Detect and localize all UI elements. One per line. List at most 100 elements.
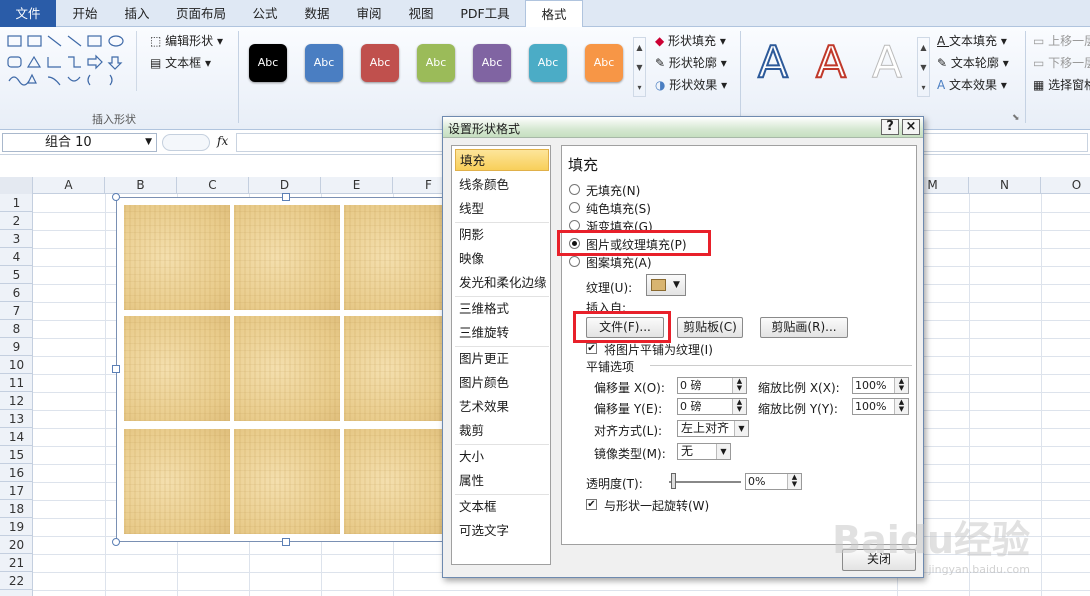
texture-picker[interactable]: ▼: [646, 274, 686, 296]
shape-style-3[interactable]: Abc: [361, 44, 399, 82]
row-13[interactable]: 13: [0, 410, 33, 428]
row-2[interactable]: 2: [0, 212, 33, 230]
row-15[interactable]: 15: [0, 446, 33, 464]
nav-picture-corrections[interactable]: 图片更正: [455, 348, 549, 370]
nav-alt-text[interactable]: 可选文字: [455, 520, 549, 542]
radio-pattern-fill[interactable]: [569, 256, 580, 267]
texture-tile[interactable]: [234, 316, 340, 421]
row-10[interactable]: 10: [0, 356, 33, 374]
scale-x-input[interactable]: 100% ▲ ▼: [852, 377, 909, 394]
resize-handle[interactable]: [112, 365, 120, 373]
shape-effect-button[interactable]: ◑ 形状效果 ▾: [655, 76, 727, 93]
dialog-titlebar[interactable]: 设置形状格式 ? ×: [443, 117, 923, 138]
slider-thumb[interactable]: [671, 473, 676, 489]
nav-artistic-effects[interactable]: 艺术效果: [455, 396, 549, 418]
shape-style-5[interactable]: Abc: [473, 44, 511, 82]
row-9[interactable]: 9: [0, 338, 33, 356]
shape-style-2[interactable]: Abc: [305, 44, 343, 82]
row-16[interactable]: 16: [0, 464, 33, 482]
tab-formulas[interactable]: 公式: [240, 0, 290, 27]
row-20[interactable]: 20: [0, 536, 33, 554]
texture-tile[interactable]: [234, 205, 340, 310]
column-o[interactable]: O: [1041, 177, 1090, 194]
texture-tile[interactable]: [124, 316, 230, 421]
shape-style-4[interactable]: Abc: [417, 44, 455, 82]
gallery-scroll[interactable]: [136, 31, 137, 91]
shapes-gallery[interactable]: [6, 33, 130, 91]
row-8[interactable]: 8: [0, 320, 33, 338]
shape-fill-button[interactable]: ◆ 形状填充 ▾: [655, 32, 726, 49]
scale-y-input[interactable]: 100% ▲ ▼: [852, 398, 909, 415]
column-a[interactable]: A: [33, 177, 105, 194]
radio-solid-fill[interactable]: [569, 202, 580, 213]
select-all-corner[interactable]: [0, 177, 33, 194]
tab-pdf-tools[interactable]: PDF工具: [450, 0, 520, 27]
mirror-select[interactable]: 无 ▼: [677, 443, 731, 460]
clipart-button[interactable]: 剪贴画(R)...: [760, 317, 848, 338]
resize-handle[interactable]: [112, 193, 120, 201]
row-7[interactable]: 7: [0, 302, 33, 320]
fx-icon[interactable]: fx: [217, 134, 228, 148]
nav-line-style[interactable]: 线型: [455, 198, 549, 220]
texture-tile[interactable]: [234, 429, 340, 534]
column-b[interactable]: B: [105, 177, 177, 194]
nav-crop[interactable]: 裁剪: [455, 420, 549, 442]
row-12[interactable]: 12: [0, 392, 33, 410]
text-box-button[interactable]: ▤ 文本框 ▾: [150, 54, 211, 71]
texture-tile[interactable]: [344, 316, 450, 421]
tile-checkbox[interactable]: ✔: [586, 343, 597, 354]
row-17[interactable]: 17: [0, 482, 33, 500]
nav-fill[interactable]: 填充: [455, 149, 549, 171]
dialog-launcher-icon[interactable]: ⬊: [1012, 113, 1020, 123]
wordart-style-3[interactable]: A: [866, 38, 908, 87]
nav-3d-rotation[interactable]: 三维旋转: [455, 322, 549, 344]
shape-style-1[interactable]: Abc: [249, 44, 287, 82]
bring-forward-button[interactable]: ▭ 上移一层: [1033, 32, 1090, 49]
texture-tile[interactable]: [124, 205, 230, 310]
rotate-with-shape-checkbox[interactable]: ✔: [586, 499, 597, 510]
wordart-gallery-scroll[interactable]: ▲ ▼ ▾: [917, 37, 930, 97]
shape-style-7[interactable]: Abc: [585, 44, 623, 82]
nav-line-color[interactable]: 线条颜色: [455, 174, 549, 196]
wordart-style-1[interactable]: A: [752, 38, 794, 88]
shape-outline-button[interactable]: ✎ 形状轮廓 ▾: [655, 54, 727, 71]
nav-3d-format[interactable]: 三维格式: [455, 298, 549, 320]
text-effect-button[interactable]: A 文本效果 ▾: [937, 76, 1007, 93]
name-box[interactable]: 组合 10 ▼: [2, 133, 157, 152]
tab-home[interactable]: 开始: [60, 0, 110, 27]
nav-picture-color[interactable]: 图片颜色: [455, 372, 549, 394]
nav-properties[interactable]: 属性: [455, 470, 549, 492]
tab-view[interactable]: 视图: [396, 0, 446, 27]
offset-x-input[interactable]: 0 磅 ▲ ▼: [677, 377, 747, 394]
clipboard-button[interactable]: 剪贴板(C): [677, 317, 743, 338]
shape-style-6[interactable]: Abc: [529, 44, 567, 82]
text-fill-button[interactable]: A 文本填充 ▾: [937, 32, 1007, 49]
transparency-input[interactable]: 0% ▲ ▼: [745, 473, 802, 490]
tab-insert[interactable]: 插入: [112, 0, 162, 27]
spinner-icon[interactable]: ▲ ▼: [894, 399, 908, 414]
row-3[interactable]: 3: [0, 230, 33, 248]
row-21[interactable]: 21: [0, 554, 33, 572]
texture-tile[interactable]: [344, 429, 450, 534]
row-4[interactable]: 4: [0, 248, 33, 266]
texture-tile[interactable]: [124, 429, 230, 534]
spinner-icon[interactable]: ▲ ▼: [894, 378, 908, 393]
wordart-style-2[interactable]: A: [810, 38, 852, 88]
column-c[interactable]: C: [177, 177, 249, 194]
row-18[interactable]: 18: [0, 500, 33, 518]
close-icon[interactable]: ×: [902, 119, 920, 135]
texture-tile[interactable]: [344, 205, 450, 310]
tab-data[interactable]: 数据: [292, 0, 342, 27]
send-backward-button[interactable]: ▭ 下移一层: [1033, 54, 1090, 71]
row-11[interactable]: 11: [0, 374, 33, 392]
nav-text-box[interactable]: 文本框: [455, 496, 549, 518]
spinner-icon[interactable]: ▲ ▼: [732, 378, 746, 393]
alignment-select[interactable]: 左上对齐 ▼: [677, 420, 749, 437]
nav-glow[interactable]: 发光和柔化边缘: [455, 272, 549, 294]
spinner-icon[interactable]: ▲ ▼: [787, 474, 801, 489]
row-6[interactable]: 6: [0, 284, 33, 302]
column-e[interactable]: E: [321, 177, 393, 194]
row-5[interactable]: 5: [0, 266, 33, 284]
row-19[interactable]: 19: [0, 518, 33, 536]
selection-pane-button[interactable]: ▦ 选择窗格: [1033, 76, 1090, 93]
